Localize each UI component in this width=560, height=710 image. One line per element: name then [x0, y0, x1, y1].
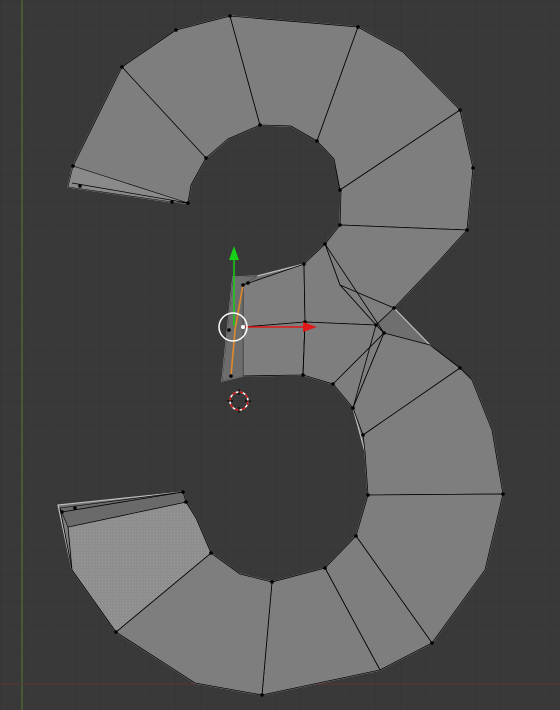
pivot-center [241, 325, 245, 329]
3d-viewport[interactable] [0, 0, 560, 710]
